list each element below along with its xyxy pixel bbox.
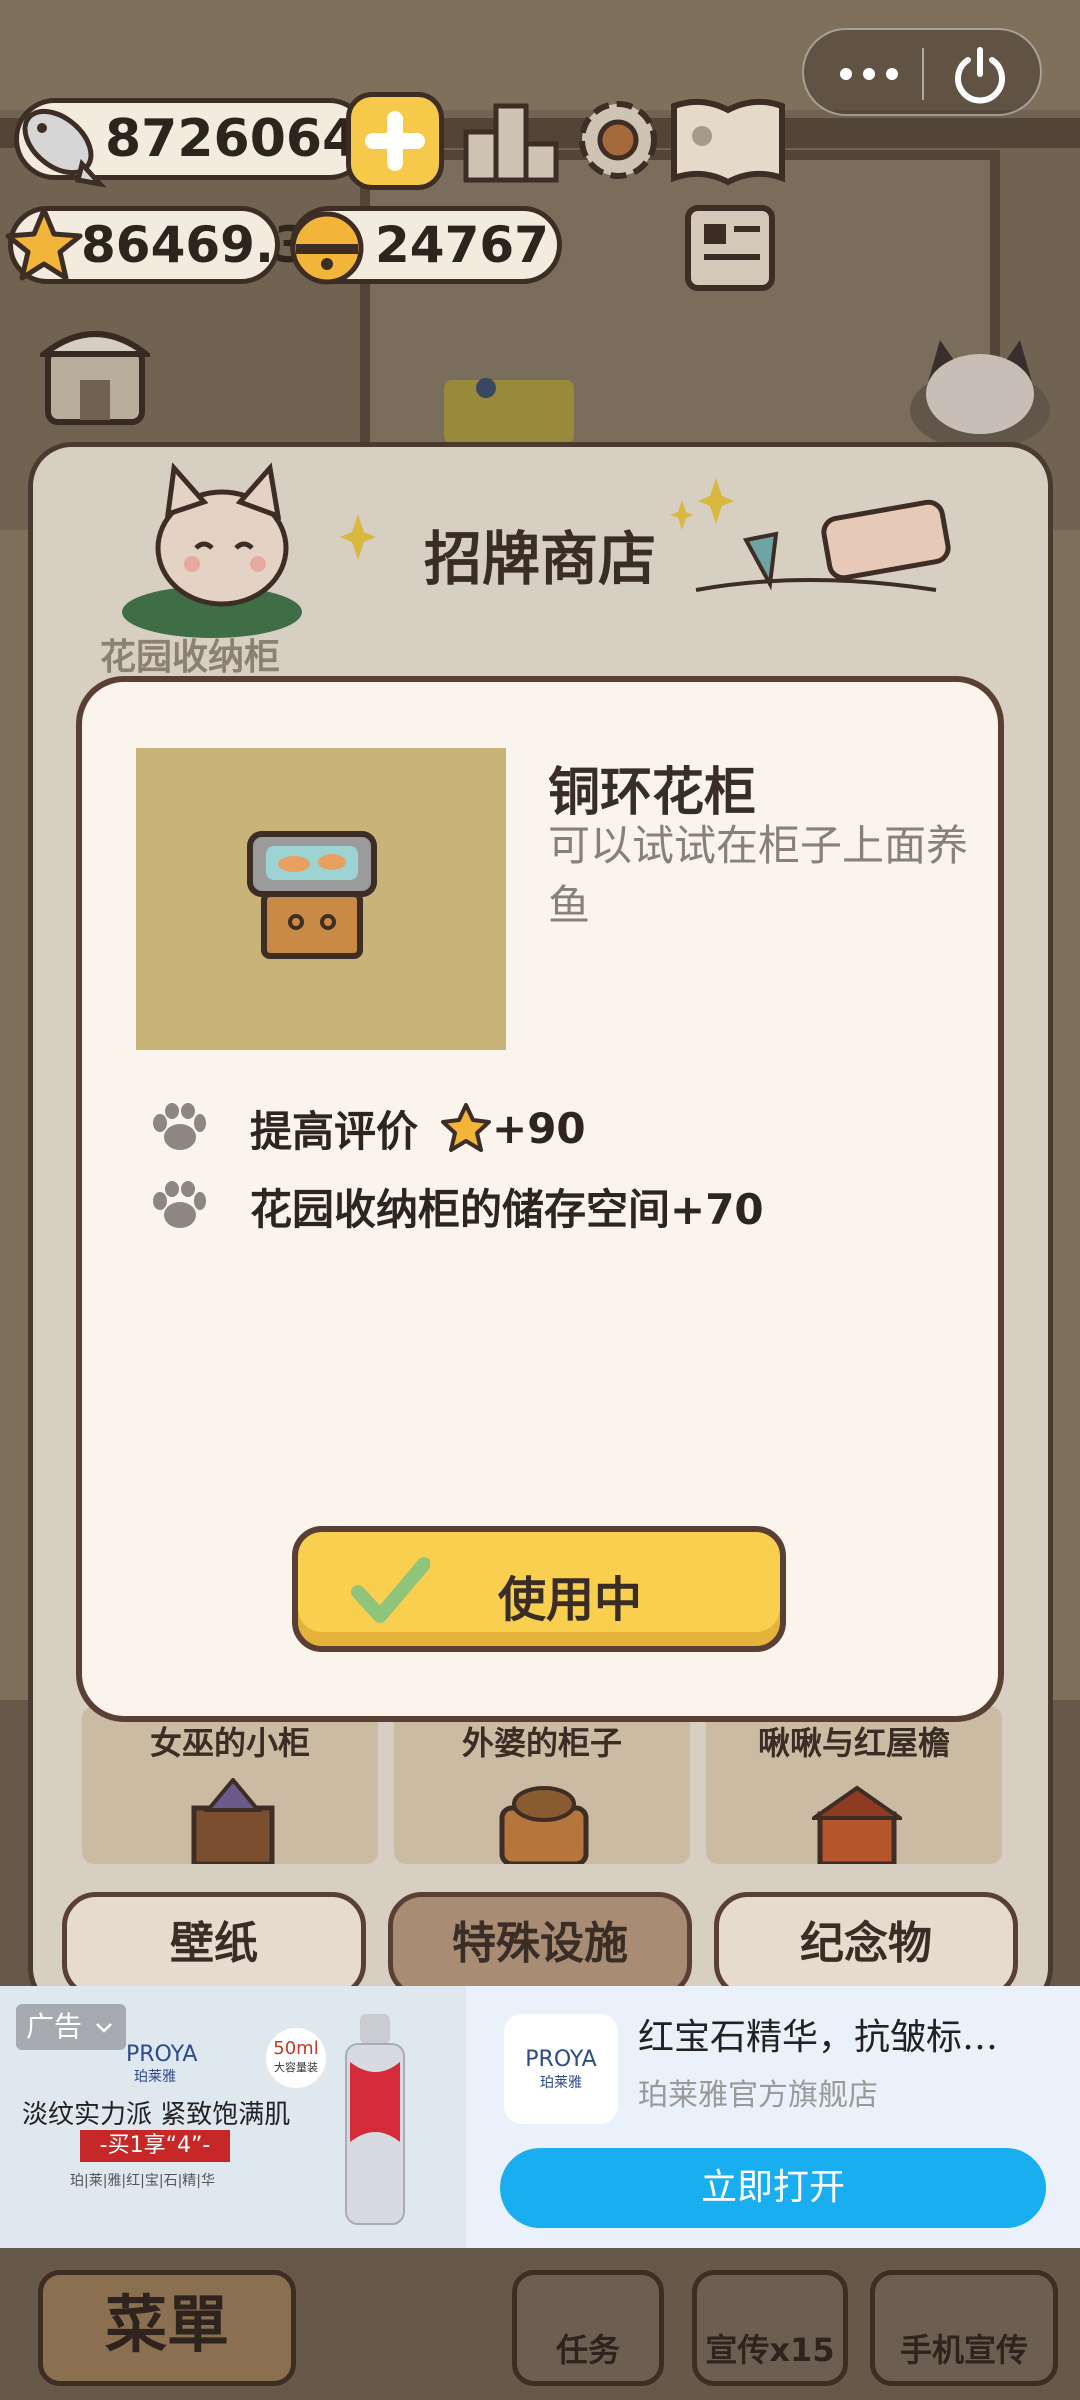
item-name: 铜环花柜 bbox=[548, 763, 757, 823]
gear-icon[interactable] bbox=[570, 92, 666, 188]
ad-size-sub: 大容量装 bbox=[274, 2061, 318, 2074]
ad-banner[interactable]: PROYA 珀莱雅 50ml 大容量装 淡纹实力派 紧致饱满肌 -买1享“4”-… bbox=[0, 1986, 1080, 2248]
ad-brand-logo-cn: 珀莱雅 bbox=[540, 2074, 582, 2091]
fish-icon bbox=[22, 108, 107, 188]
ad-tag[interactable]: 广告 bbox=[16, 2004, 126, 2050]
section-label: 花园收纳柜 bbox=[100, 637, 281, 678]
shelf-item[interactable]: 女巫的小柜 bbox=[82, 1706, 378, 1864]
tab-wallpaper[interactable]: 壁纸 bbox=[62, 1892, 366, 1998]
chevron-down-icon bbox=[96, 2023, 112, 2033]
ad-offer: -买1享“4”- bbox=[80, 2130, 230, 2162]
ad-size-badge: 50ml 大容量装 bbox=[266, 2028, 326, 2088]
paint-roller-decoration bbox=[695, 499, 951, 592]
copper-ring-cabinet-image bbox=[247, 831, 377, 959]
ad-product-line: 珀|莱|雅|红|宝|石|精|华 bbox=[70, 2173, 216, 2189]
grandma-cabinet-icon bbox=[499, 1786, 589, 1864]
ad-slogan: 淡纹实力派 紧致饱满肌 bbox=[22, 2100, 291, 2130]
item-preview bbox=[136, 748, 506, 1050]
ad-brand-logo: PROYA 珀莱雅 bbox=[504, 2014, 618, 2124]
promo-button[interactable]: 宣传x15 bbox=[692, 2270, 848, 2386]
ad-size-value: 50ml bbox=[273, 2038, 319, 2059]
effect-rating: 提高评价 +90 bbox=[150, 1098, 586, 1158]
tab-special-facilities[interactable]: 特殊设施 bbox=[388, 1892, 692, 1998]
in-use-label: 使用中 bbox=[498, 1572, 643, 1628]
effect-label: 花园收纳柜的储存空间+70 bbox=[250, 1184, 764, 1234]
shelf-item-label: 女巫的小柜 bbox=[149, 1724, 310, 1762]
serum-bottle-image bbox=[345, 2014, 405, 2225]
red-eaves-cabinet-icon bbox=[812, 1785, 902, 1864]
shelf-item-label: 啾啾与红屋檐 bbox=[757, 1724, 950, 1762]
shelf-item[interactable]: 外婆的柜子 bbox=[394, 1706, 690, 1864]
paw-icon bbox=[153, 1181, 206, 1228]
ad-info[interactable]: PROYA 珀莱雅 红宝石精华，抗皱标… 珀莱雅官方旗舰店 立即打开 bbox=[466, 1986, 1080, 2248]
shelf-item[interactable]: 啾啾与红屋檐 bbox=[706, 1706, 1002, 1864]
menu-button[interactable]: 菜單 bbox=[38, 2270, 296, 2386]
effect-value: +90 bbox=[492, 1103, 586, 1153]
task-button[interactable]: 任务 bbox=[512, 2270, 664, 2386]
open-now-button[interactable]: 立即打开 bbox=[500, 2148, 1046, 2228]
power-icon[interactable] bbox=[950, 44, 1010, 104]
ad-brand-small: PROYA bbox=[126, 2042, 198, 2067]
star-icon bbox=[441, 1103, 492, 1152]
star-icon bbox=[5, 207, 83, 281]
miniapp-capsule bbox=[802, 28, 1042, 116]
effect-storage: 花园收纳柜的储存空间+70 bbox=[150, 1176, 764, 1236]
ad-brand-logo-text: PROYA bbox=[525, 2046, 597, 2072]
capsule-divider bbox=[922, 48, 924, 100]
more-icon[interactable] bbox=[834, 52, 904, 96]
handbook-icon[interactable] bbox=[668, 92, 788, 192]
add-fish-button[interactable] bbox=[346, 92, 444, 190]
ad-tag-label: 广告 bbox=[26, 2010, 83, 2043]
checkmark-icon bbox=[351, 1557, 430, 1623]
ranking-icon[interactable] bbox=[462, 96, 562, 186]
bell-count: 24767 bbox=[375, 216, 549, 274]
bell-icon bbox=[290, 211, 364, 285]
star-count: 86469.3 bbox=[81, 216, 309, 274]
in-use-button[interactable]: 使用中 bbox=[292, 1526, 786, 1652]
plus-icon bbox=[365, 111, 425, 171]
news-icon[interactable] bbox=[680, 200, 780, 296]
item-description: 可以试试在柜子上面养鱼 bbox=[548, 821, 969, 930]
paw-icon bbox=[153, 1103, 206, 1150]
witch-cabinet-icon bbox=[191, 1778, 275, 1864]
fish-count: 8726064 bbox=[105, 109, 359, 169]
phone-promo-button[interactable]: 手机宣传 bbox=[870, 2270, 1058, 2386]
ad-headline: 红宝石精华，抗皱标… bbox=[638, 2017, 999, 2058]
shelf-item-label: 外婆的柜子 bbox=[461, 1724, 622, 1762]
effect-label: 提高评价 bbox=[250, 1106, 419, 1156]
tab-souvenirs[interactable]: 纪念物 bbox=[714, 1892, 1018, 1998]
ad-image[interactable]: PROYA 珀莱雅 50ml 大容量装 淡纹实力派 紧致饱满肌 -买1享“4”-… bbox=[0, 1986, 466, 2248]
ad-store-name: 珀莱雅官方旗舰店 bbox=[638, 2078, 878, 2113]
ad-brand-cn-small: 珀莱雅 bbox=[134, 2069, 176, 2085]
